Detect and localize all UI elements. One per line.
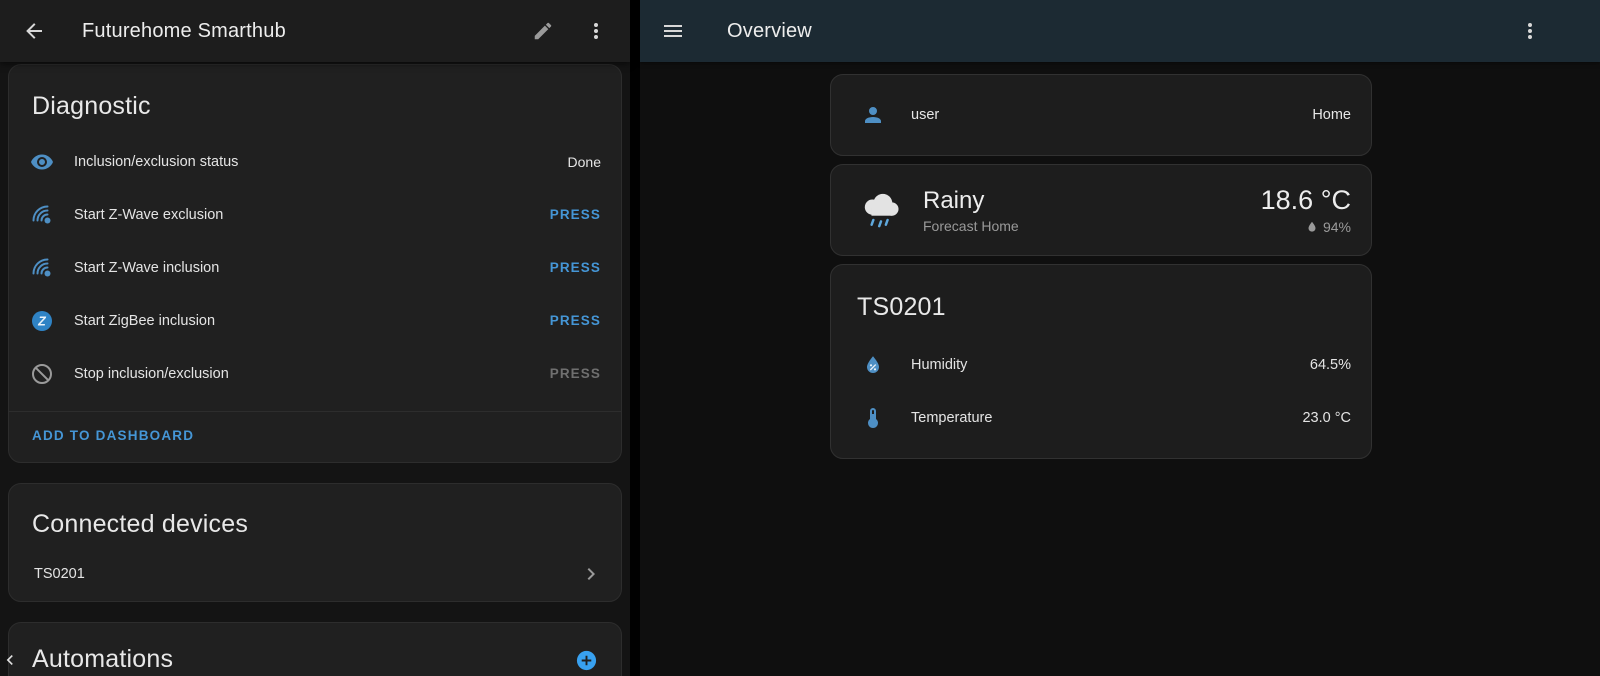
weather-humidity-row: 94% [1261, 219, 1351, 235]
weather-temperature: 18.6 °C [1261, 185, 1351, 216]
row-state: Done [568, 154, 601, 170]
zigbee-icon: Z [30, 309, 54, 333]
row-label: Start Z-Wave inclusion [74, 260, 550, 276]
humidity-icon [861, 353, 885, 377]
weather-condition: Rainy [923, 187, 1261, 215]
row-label: Start ZigBee inclusion [74, 313, 550, 329]
automations-card-title: Automations [32, 645, 173, 674]
press-button[interactable]: PRESS [550, 207, 601, 222]
dots-vertical-icon [584, 19, 608, 43]
panel-divider [630, 0, 640, 676]
person-icon [861, 103, 885, 127]
left-overflow-menu-button[interactable] [584, 19, 608, 43]
overview-panel: Overview user Home [640, 0, 1600, 676]
press-button[interactable]: PRESS [550, 313, 601, 328]
z-wave-icon [30, 256, 54, 280]
pencil-icon [532, 20, 554, 42]
sensor-card-title: TS0201 [831, 293, 1371, 338]
connected-devices-card: Connected devices TS0201 [8, 483, 622, 602]
eye-icon [30, 150, 54, 174]
sensor-value: 64.5% [1310, 357, 1351, 373]
add-to-dashboard-button[interactable]: ADD TO DASHBOARD [32, 428, 194, 443]
device-page-title: Futurehome Smarthub [82, 20, 532, 43]
weather-rainy-icon [857, 191, 903, 229]
overview-title: Overview [727, 20, 1518, 43]
svg-text:Z: Z [37, 314, 47, 328]
device-page-content: Diagnostic Inclusion/exclusion status Do… [0, 62, 630, 676]
diagnostic-row-stop-inclusion[interactable]: Stop inclusion/exclusion PRESS [9, 347, 621, 400]
sensor-label: Humidity [911, 357, 1310, 373]
row-label: Start Z-Wave exclusion [74, 207, 550, 223]
plus-circle-icon [575, 649, 598, 672]
arrow-left-icon [22, 19, 46, 43]
device-page-panel: Futurehome Smarthub Diagnostic [0, 0, 630, 676]
row-label: Stop inclusion/exclusion [74, 366, 550, 382]
weather-text-block: Rainy Forecast Home [923, 187, 1261, 234]
overview-content: user Home [640, 62, 1600, 467]
corner-back-hint-icon [0, 650, 20, 675]
person-state: Home [1312, 107, 1351, 123]
row-label: Inclusion/exclusion status [74, 154, 568, 170]
z-wave-icon [30, 203, 54, 227]
sensor-row-temperature[interactable]: Temperature 23.0 °C [831, 391, 1371, 444]
person-entity-card[interactable]: user Home [830, 74, 1372, 156]
sensor-entities-card: TS0201 Humidity 64.5% [830, 264, 1372, 459]
press-button[interactable]: PRESS [550, 260, 601, 275]
diagnostic-row-zigbee-inclusion[interactable]: Z Start ZigBee inclusion PRESS [9, 294, 621, 347]
water-droplet-icon [1305, 220, 1319, 234]
sensor-row-humidity[interactable]: Humidity 64.5% [831, 338, 1371, 391]
overview-appbar: Overview [640, 0, 1600, 62]
weather-readings-block: 18.6 °C 94% [1261, 185, 1351, 235]
block-icon [30, 362, 54, 386]
sensor-label: Temperature [911, 410, 1302, 426]
sidebar-menu-button[interactable] [661, 19, 685, 43]
hamburger-menu-icon [661, 19, 685, 43]
connected-devices-title: Connected devices [9, 484, 621, 547]
diagnostic-card: Diagnostic Inclusion/exclusion status Do… [8, 64, 622, 463]
chevron-right-icon [579, 562, 603, 586]
connected-device-row[interactable]: TS0201 [9, 547, 621, 601]
diagnostic-card-title: Diagnostic [9, 65, 621, 135]
overview-overflow-menu-button[interactable] [1518, 19, 1542, 43]
sensor-value: 23.0 °C [1302, 410, 1351, 426]
left-appbar: Futurehome Smarthub [0, 0, 630, 62]
dots-vertical-icon [1518, 19, 1542, 43]
edit-button[interactable] [532, 20, 554, 42]
weather-source: Forecast Home [923, 218, 1261, 234]
thermometer-icon [861, 406, 885, 430]
add-automation-button[interactable] [575, 649, 598, 672]
device-name: TS0201 [34, 566, 579, 582]
weather-forecast-card[interactable]: Rainy Forecast Home 18.6 °C 94% [830, 164, 1372, 256]
screen: Futurehome Smarthub Diagnostic [0, 0, 1600, 676]
diagnostic-card-footer: ADD TO DASHBOARD [9, 412, 621, 462]
press-button-disabled: PRESS [550, 366, 601, 381]
automations-card: Automations [8, 622, 622, 676]
diagnostic-row-zwave-exclusion[interactable]: Start Z-Wave exclusion PRESS [9, 188, 621, 241]
person-name: user [911, 107, 1312, 123]
diagnostic-row-inclusion-status[interactable]: Inclusion/exclusion status Done [9, 135, 621, 188]
diagnostic-row-zwave-inclusion[interactable]: Start Z-Wave inclusion PRESS [9, 241, 621, 294]
weather-humidity-value: 94% [1323, 219, 1351, 235]
back-button[interactable] [22, 19, 46, 43]
